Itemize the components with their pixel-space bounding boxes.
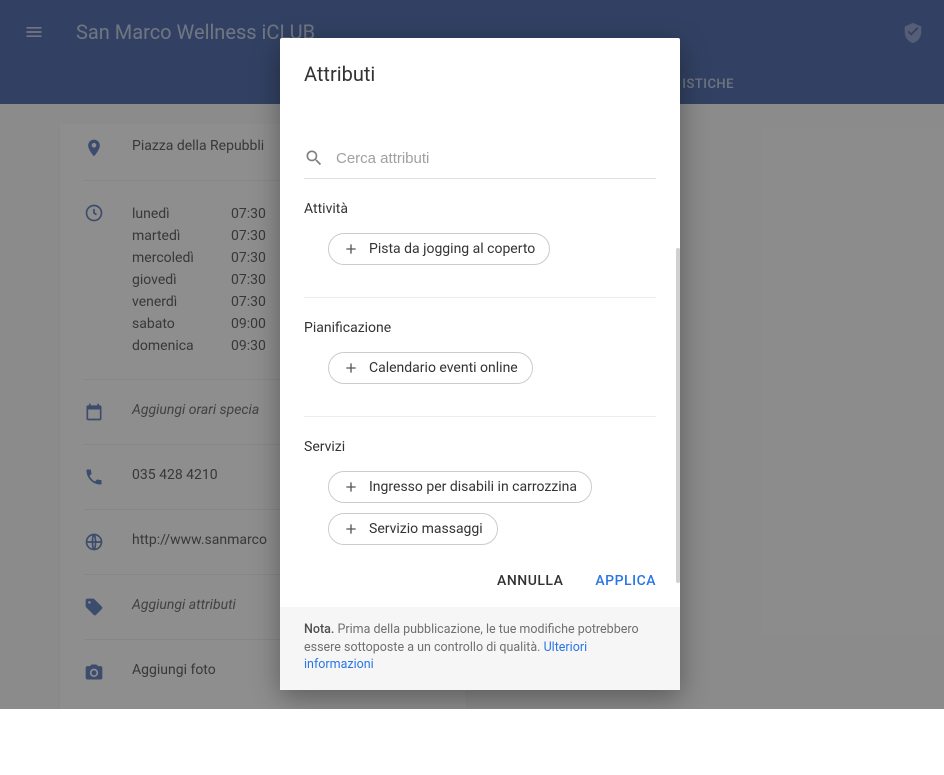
dialog-actions: ANNULLA APPLICA (280, 555, 680, 607)
attribute-chip[interactable]: Ingresso per disabili in carrozzina (328, 471, 592, 503)
dialog-footer: Nota. Prima della pubblicazione, le tue … (280, 607, 680, 690)
attribute-chip[interactable]: Calendario eventi online (328, 352, 533, 384)
bottom-strip (0, 709, 944, 775)
chip-label: Pista da jogging al coperto (369, 241, 535, 257)
apply-button[interactable]: APPLICA (595, 573, 656, 589)
search-row (304, 128, 656, 179)
attributes-dialog: Attributi Attività Pista da jogging al co… (280, 38, 680, 690)
attribute-section: Servizi Ingresso per disabili in carrozzi… (304, 417, 656, 555)
chip-label: Ingresso per disabili in carrozzina (369, 479, 577, 495)
attribute-chip[interactable]: Pista da jogging al coperto (328, 233, 550, 265)
section-title: Pianificazione (304, 320, 656, 336)
plus-icon (343, 360, 359, 376)
plus-icon (343, 241, 359, 257)
note-label: Nota. (304, 622, 334, 637)
note-text: Prima della pubblicazione, le tue modifi… (304, 622, 639, 655)
section-title: Servizi (304, 439, 656, 455)
scrollbar[interactable] (676, 248, 680, 583)
plus-icon (343, 521, 359, 537)
attribute-chip[interactable]: Servizio massaggi (328, 513, 498, 545)
attribute-section: Pianificazione Calendario eventi online (304, 298, 656, 417)
search-input[interactable] (336, 150, 656, 167)
dialog-title: Attributi (280, 38, 680, 98)
chip-label: Calendario eventi online (369, 360, 518, 376)
attribute-section: Attività Pista da jogging al coperto (304, 179, 656, 298)
section-title: Attività (304, 201, 656, 217)
cancel-button[interactable]: ANNULLA (497, 573, 563, 589)
chip-label: Servizio massaggi (369, 521, 483, 537)
plus-icon (343, 479, 359, 495)
search-icon (304, 148, 324, 168)
